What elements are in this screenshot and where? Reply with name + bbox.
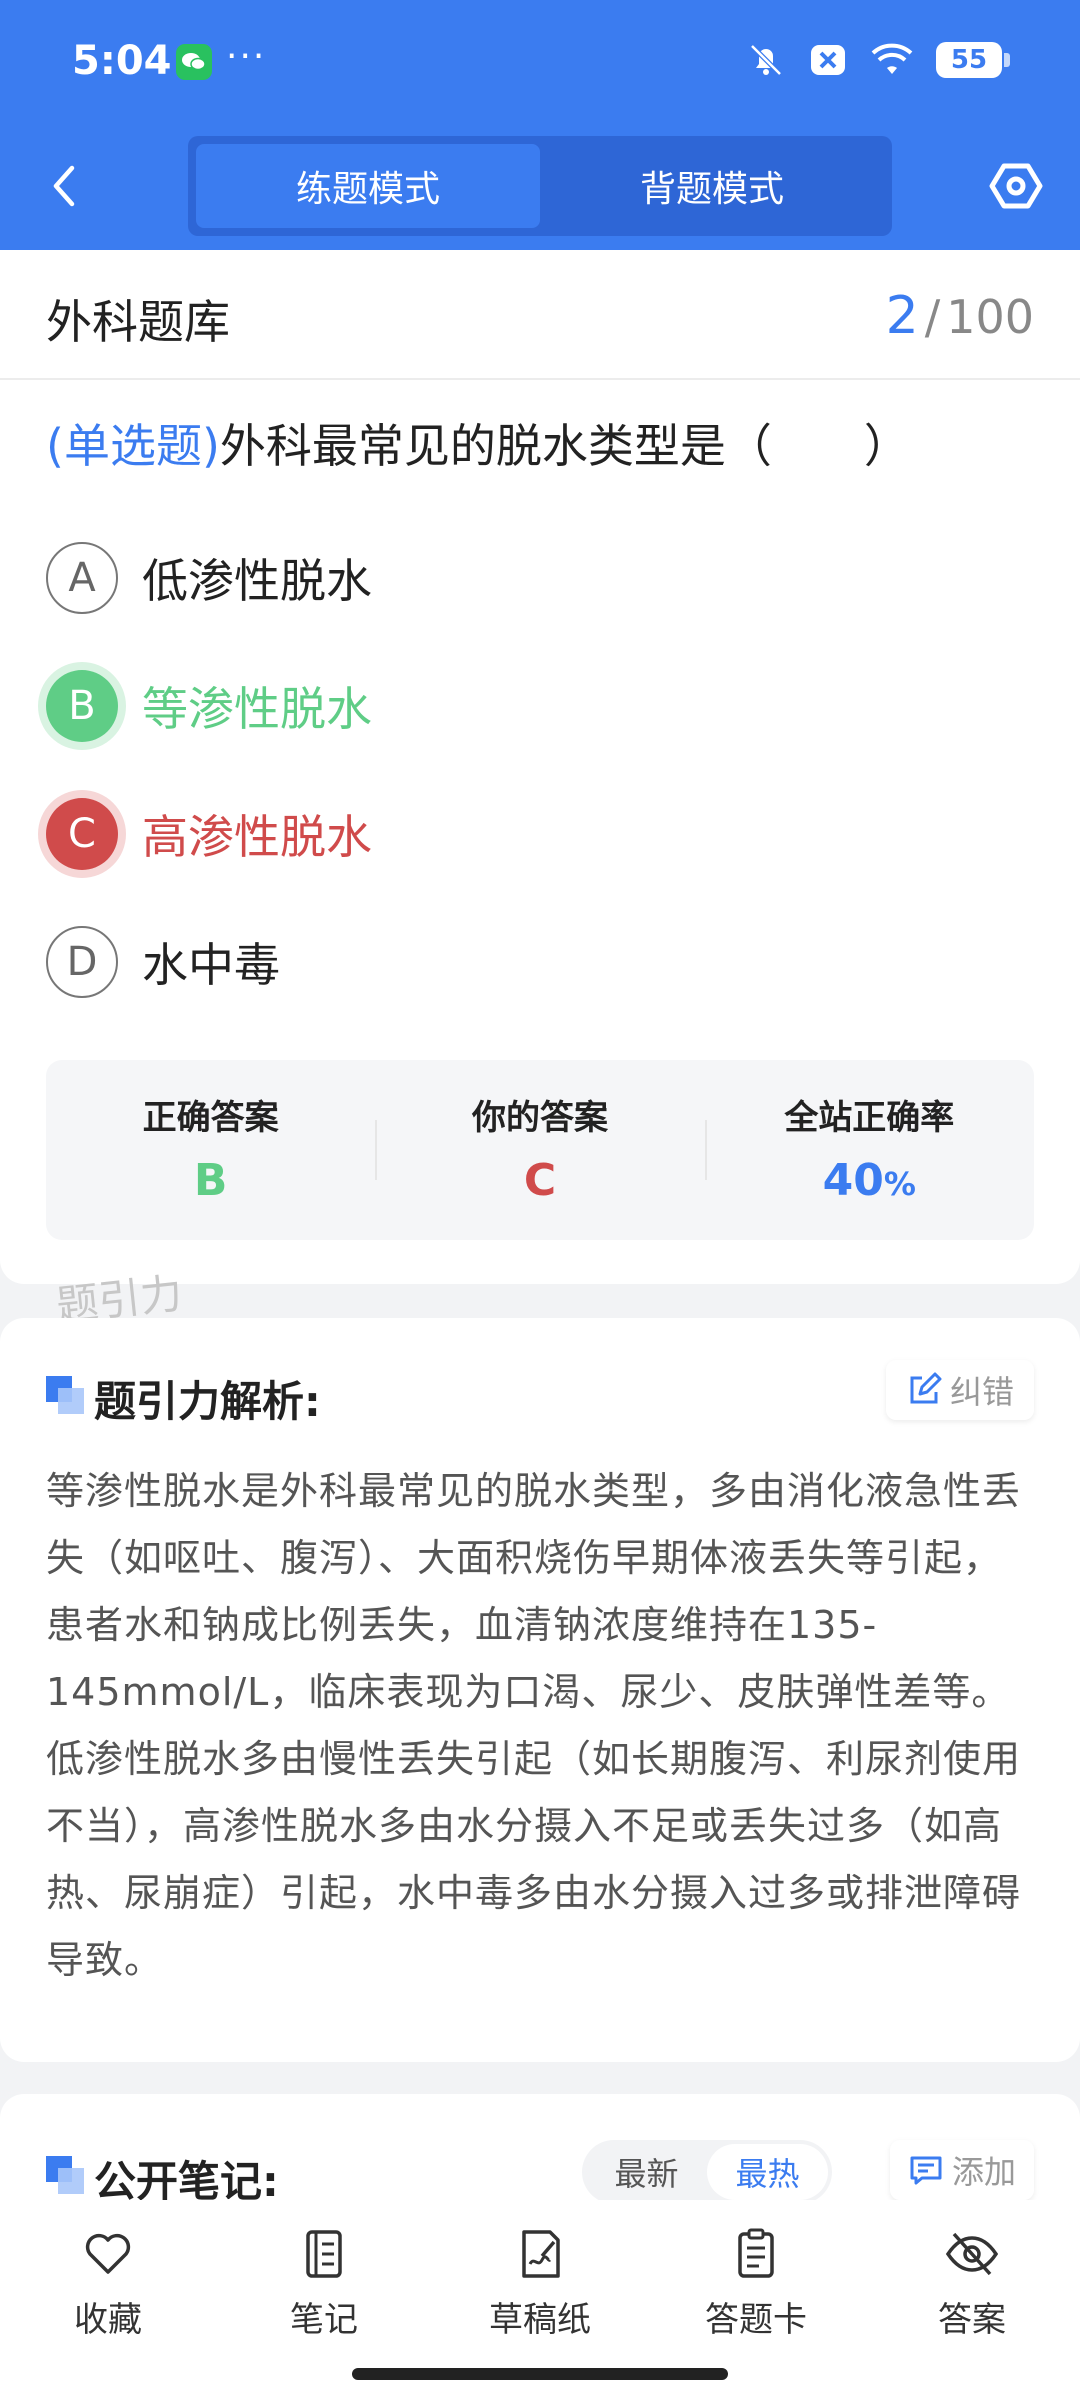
bank-row: 外科题库 2/100 bbox=[0, 250, 1080, 380]
nav-label: 收藏 bbox=[74, 2300, 142, 2340]
analysis-title: 题引力解析: bbox=[94, 1377, 321, 1426]
nav-favorite[interactable]: 收藏 bbox=[0, 2200, 216, 2400]
battery-icon: 55 bbox=[936, 42, 1010, 78]
option-c[interactable]: C 高渗性脱水 bbox=[46, 798, 372, 870]
question-type: (单选题) bbox=[46, 419, 220, 473]
option-d[interactable]: D 水中毒 bbox=[46, 926, 280, 998]
accuracy-unit: % bbox=[883, 1165, 916, 1203]
chevron-left-icon bbox=[53, 165, 75, 207]
answer-card-icon bbox=[738, 2228, 774, 2278]
option-text: 等渗性脱水 bbox=[142, 682, 372, 736]
option-letter: C bbox=[46, 798, 118, 870]
option-text: 低渗性脱水 bbox=[142, 554, 372, 608]
answer-summary: 正确答案 B 你的答案 C 全站正确率 40% bbox=[46, 1060, 1034, 1240]
wifi-icon bbox=[871, 43, 913, 74]
back-button[interactable] bbox=[44, 160, 84, 212]
option-text: 高渗性脱水 bbox=[142, 810, 372, 864]
total-question-count: 100 bbox=[946, 290, 1034, 344]
tab-review-mode[interactable]: 背题模式 bbox=[540, 144, 884, 228]
bank-title: 外科题库 bbox=[46, 295, 230, 349]
progress-separator: / bbox=[924, 290, 941, 344]
heart-icon bbox=[85, 2233, 131, 2274]
site-accuracy-label: 全站正确率 bbox=[784, 1098, 955, 1138]
option-letter: D bbox=[46, 926, 118, 998]
nav-label: 答题卡 bbox=[705, 2300, 807, 2340]
add-note-button[interactable]: 添加 bbox=[889, 2140, 1034, 2200]
correct-answer-value: B bbox=[193, 1155, 228, 1206]
hexagon-settings-icon bbox=[989, 163, 1043, 209]
draft-paper-icon bbox=[522, 2230, 560, 2278]
x-icon bbox=[811, 45, 845, 75]
eye-off-icon bbox=[945, 2232, 999, 2276]
report-error-button[interactable]: 纠错 bbox=[885, 1360, 1034, 1420]
nav-answer[interactable]: 答案 bbox=[864, 2200, 1080, 2400]
nav-label: 答案 bbox=[938, 2300, 1006, 2340]
your-answer-col: 你的答案 C bbox=[375, 1060, 704, 1240]
status-time: 5:04 bbox=[72, 38, 172, 84]
nav-label: 草稿纸 bbox=[489, 2300, 591, 2340]
option-text: 水中毒 bbox=[142, 938, 280, 992]
section-icon bbox=[46, 2156, 86, 2196]
nav-label: 笔记 bbox=[290, 2300, 358, 2340]
wechat-icon bbox=[176, 44, 212, 80]
notes-sort-switch: 最新 最热 bbox=[582, 2140, 832, 2204]
correct-answer-col: 正确答案 B bbox=[46, 1060, 375, 1240]
analysis-card: 题引力解析: 纠错 等渗性脱水是外科最常见的脱水类型，多由消化液急性丢失（如呕吐… bbox=[0, 1318, 1080, 2062]
correct-answer-label: 正确答案 bbox=[142, 1098, 279, 1138]
top-header: 5:04 ··· 55 练题模式 背题模式 bbox=[0, 0, 1080, 250]
question-text: (单选题)外科最常见的脱水类型是（ ） bbox=[46, 410, 1036, 476]
home-indicator[interactable] bbox=[352, 2368, 728, 2380]
notebook-icon bbox=[306, 2230, 342, 2278]
analysis-text: 等渗性脱水是外科最常见的脱水类型，多由消化液急性丢失（如呕吐、腹泻）、大面积烧伤… bbox=[46, 1469, 1022, 1982]
question-stem: 外科最常见的脱水类型是（ ） bbox=[219, 419, 910, 473]
question-progress: 2/100 bbox=[886, 286, 1034, 346]
settings-button[interactable] bbox=[988, 158, 1044, 214]
option-letter: A bbox=[46, 542, 118, 614]
site-accuracy-col: 全站正确率 40% bbox=[704, 1060, 1034, 1240]
status-icons: 55 bbox=[746, 40, 1010, 80]
status-more-dots: ··· bbox=[226, 36, 267, 77]
sort-latest[interactable]: 最新 bbox=[586, 2144, 707, 2200]
your-answer-value: C bbox=[523, 1155, 557, 1206]
site-accuracy-value: 40% bbox=[823, 1155, 916, 1206]
current-question-number: 2 bbox=[885, 286, 919, 346]
tab-practice-mode[interactable]: 练题模式 bbox=[196, 144, 540, 228]
your-answer-label: 你的答案 bbox=[471, 1098, 608, 1138]
question-card: 外科题库 2/100 (单选题)外科最常见的脱水类型是（ ） A 低渗性脱水 B… bbox=[0, 250, 1080, 1284]
mode-switch: 练题模式 背题模式 bbox=[188, 136, 892, 236]
mute-bell-icon bbox=[750, 44, 782, 76]
add-note-label: 添加 bbox=[951, 2153, 1016, 2191]
sort-hot[interactable]: 最热 bbox=[707, 2144, 828, 2200]
edit-icon bbox=[910, 1372, 942, 1404]
accuracy-number: 40 bbox=[822, 1155, 884, 1206]
message-add-icon bbox=[910, 2156, 942, 2185]
option-letter: B bbox=[46, 670, 118, 742]
section-icon bbox=[46, 1376, 86, 1416]
option-b[interactable]: B 等渗性脱水 bbox=[46, 670, 372, 742]
report-error-label: 纠错 bbox=[949, 1373, 1014, 1411]
option-a[interactable]: A 低渗性脱水 bbox=[46, 542, 372, 614]
